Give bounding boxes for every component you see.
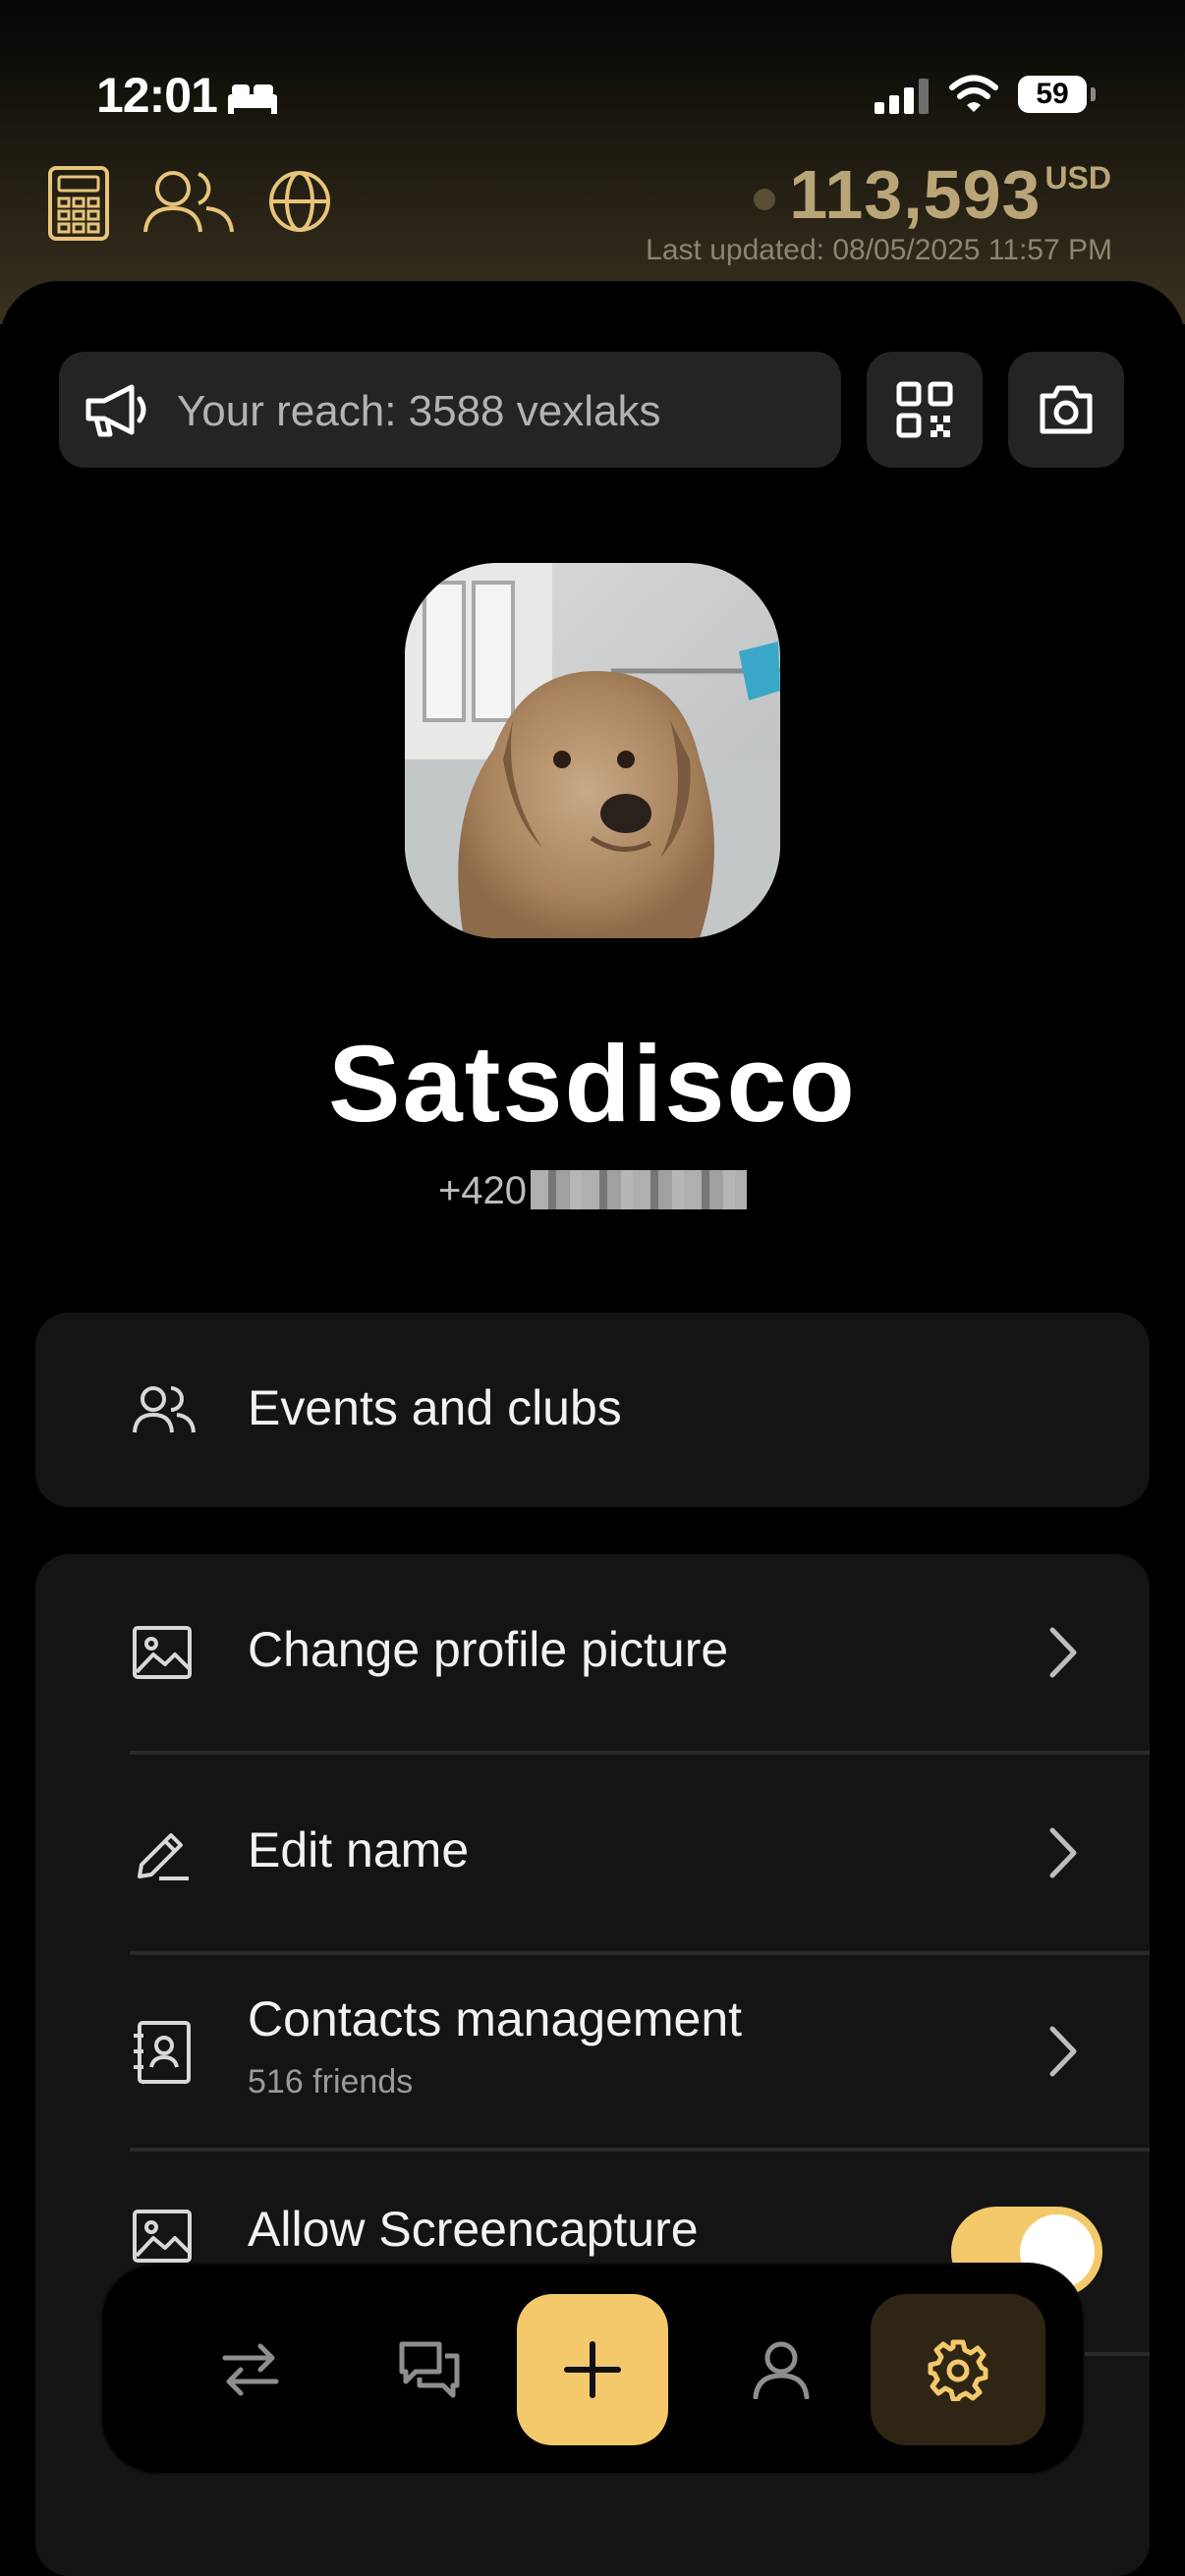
- gear-icon: [928, 2339, 988, 2401]
- events-card: Events and clubs: [35, 1313, 1150, 1507]
- status-time: 12:01: [96, 68, 218, 123]
- phone-prefix: +420: [437, 1169, 528, 1212]
- balance-unit: USD: [1044, 160, 1111, 196]
- reach-banner[interactable]: Your reach: 3588 vexlaks: [59, 352, 841, 468]
- address-book-icon: [134, 2021, 191, 2084]
- balance-display: 113,593 USD: [754, 155, 1111, 234]
- profile-avatar[interactable]: [405, 563, 780, 938]
- pencil-icon: [138, 1833, 189, 1880]
- phone-number: +420: [0, 1169, 1185, 1213]
- phone-redacted: [531, 1170, 748, 1209]
- contacts-management-row[interactable]: Contacts management 516 friends: [35, 1955, 1150, 2148]
- camera-icon: [1040, 385, 1093, 434]
- allow-screencapture-label: Allow Screencapture: [248, 2202, 699, 2257]
- events-and-clubs-label: Events and clubs: [248, 1380, 622, 1435]
- nav-settings[interactable]: [871, 2294, 1045, 2445]
- image-icon: [133, 2210, 192, 2263]
- chevron-right-icon: [1049, 2026, 1077, 2077]
- chevron-right-icon: [1049, 1627, 1077, 1678]
- contacts-management-label: Contacts management: [248, 1991, 743, 2046]
- sleep-focus-icon: [228, 84, 277, 114]
- image-icon: [133, 1626, 192, 1679]
- chat-bubbles-icon: [399, 2341, 460, 2398]
- edit-name-label: Edit name: [248, 1822, 470, 1877]
- profile-name: Satsdisco: [328, 1024, 857, 1145]
- qr-code-icon: [896, 381, 953, 438]
- events-and-clubs-row[interactable]: Events and clubs: [35, 1313, 1150, 1507]
- group-icon: [133, 1386, 196, 1433]
- battery-tip: [1091, 87, 1096, 101]
- nav-add-button[interactable]: [517, 2294, 668, 2445]
- change-profile-picture-row[interactable]: Change profile picture: [35, 1554, 1150, 1751]
- qr-code-button[interactable]: [867, 352, 983, 468]
- wifi-icon: [949, 75, 998, 112]
- edit-name-row[interactable]: Edit name: [35, 1755, 1150, 1951]
- bottom-navigation: [102, 2265, 1083, 2473]
- plus-icon: [564, 2341, 621, 2398]
- balance-status-dot: [754, 189, 776, 210]
- nav-transfers[interactable]: [175, 2294, 326, 2445]
- nav-chats[interactable]: [354, 2294, 505, 2445]
- camera-button[interactable]: [1008, 352, 1124, 468]
- cellular-signal-icon: [875, 79, 929, 114]
- megaphone-icon: [85, 384, 146, 437]
- balance-value: 113,593: [789, 156, 1042, 233]
- friends-count: 516 friends: [248, 2063, 414, 2100]
- friends-icon[interactable]: [141, 169, 236, 234]
- globe-icon[interactable]: [267, 169, 332, 234]
- calculator-icon[interactable]: [47, 165, 110, 242]
- person-icon: [753, 2341, 810, 2399]
- dog-photo: [405, 563, 780, 938]
- last-updated-text: Last updated: 08/05/2025 11:57 PM: [646, 234, 1112, 266]
- nav-profile[interactable]: [705, 2294, 857, 2445]
- battery-indicator: 59: [1018, 76, 1087, 113]
- change-profile-picture-label: Change profile picture: [248, 1622, 729, 1677]
- swap-arrows-icon: [222, 2343, 279, 2396]
- reach-text: Your reach: 3588 vexlaks: [177, 387, 661, 435]
- chevron-right-icon: [1049, 1827, 1077, 1878]
